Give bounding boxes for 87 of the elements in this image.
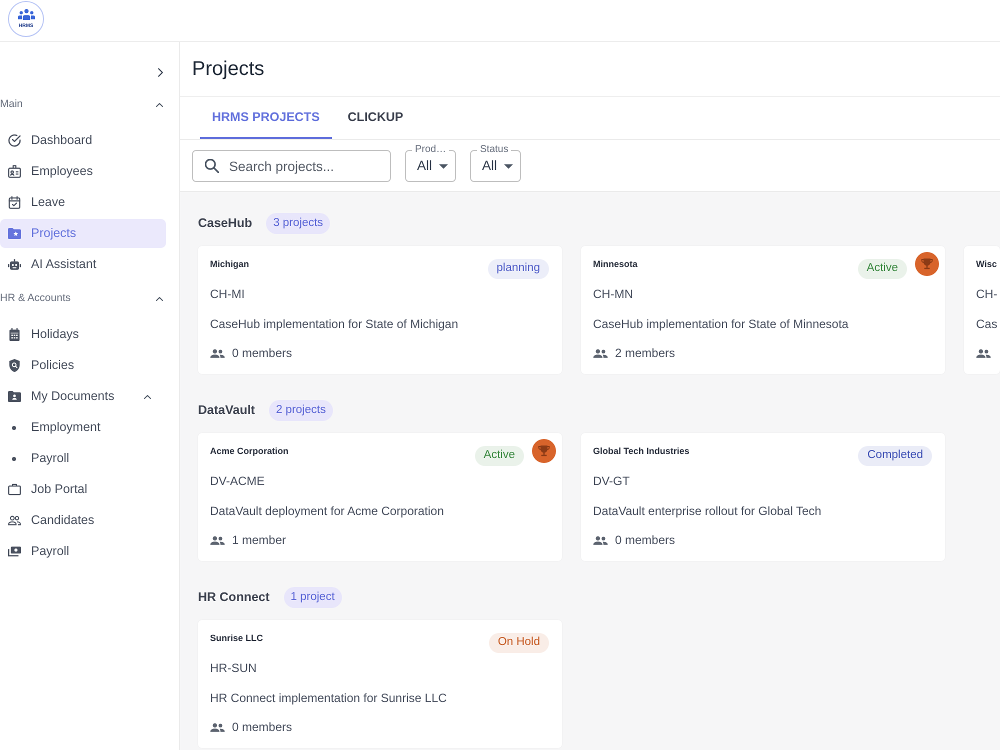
bullet-icon bbox=[12, 456, 16, 460]
project-code: CH-MI bbox=[210, 286, 245, 302]
page-title: Projects bbox=[192, 57, 264, 82]
sidebar-item[interactable]: Dashboard bbox=[0, 126, 166, 155]
project-card[interactable]: Michigan planning CH-MI CaseHub implementation for State of Michigan 0 members bbox=[198, 246, 562, 374]
sidebar-item[interactable]: Employment bbox=[0, 413, 166, 442]
member-count: 0 members bbox=[232, 719, 292, 736]
project-name: Sunrise LLC bbox=[210, 633, 264, 643]
member-count: 0 members bbox=[615, 532, 676, 549]
project-card[interactable]: Global Tech Industries Completed DV-GT DataVault enterprise rollout for Global Tech 0 members bbox=[581, 433, 945, 561]
calendar-icon bbox=[8, 328, 21, 341]
group-name: HR Connect bbox=[198, 589, 270, 606]
search-icon bbox=[205, 159, 219, 173]
tab[interactable]: HRMS PROJECTS bbox=[200, 97, 332, 139]
folder-star-icon bbox=[8, 227, 21, 240]
field-label: Prod… bbox=[412, 145, 450, 155]
people-icon bbox=[8, 514, 21, 527]
project-code: CH- bbox=[976, 286, 998, 302]
sidebar-item[interactable]: My Documents bbox=[0, 382, 166, 411]
people-icon bbox=[210, 722, 225, 732]
tab[interactable]: CLICKUP bbox=[336, 97, 416, 139]
people-icon bbox=[593, 348, 608, 358]
briefcase-icon bbox=[8, 483, 21, 496]
sidebar-item[interactable]: Employees bbox=[0, 157, 166, 186]
dropdown-caret-icon bbox=[439, 164, 448, 168]
project-code: HR-SUN bbox=[210, 660, 257, 676]
shield-icon bbox=[8, 359, 21, 372]
project-name: Global Tech Industries bbox=[593, 446, 690, 456]
project-code: DV-ACME bbox=[210, 473, 265, 489]
bullet-icon bbox=[12, 426, 16, 430]
status-badge: On Hold bbox=[488, 633, 549, 653]
project-name: Minnesota bbox=[593, 259, 638, 269]
search-field[interactable]: Search projects... bbox=[192, 150, 391, 182]
people-icon bbox=[18, 9, 34, 20]
people-icon bbox=[210, 348, 225, 358]
project-card[interactable]: Minnesota Active CH-MN CaseHub implementation for State of Minnesota 2 members bbox=[581, 246, 945, 374]
sidebar-item[interactable]: AI Assistant bbox=[0, 250, 166, 279]
sidebar-item[interactable]: Leave bbox=[0, 188, 166, 217]
project-name: Wisc bbox=[976, 259, 997, 269]
check-circle-icon bbox=[8, 134, 21, 147]
project-description: DataVault deployment for Acme Corporation bbox=[210, 503, 444, 519]
chevron-up-icon[interactable] bbox=[156, 297, 163, 301]
project-description: DataVault enterprise rollout for Global Tech bbox=[593, 503, 822, 519]
section-title: HR & Accounts bbox=[0, 291, 71, 306]
project-description: HR Connect implementation for Sunrise LLC bbox=[210, 690, 447, 706]
chevron-right-icon[interactable] bbox=[158, 68, 163, 76]
member-count: 0 members bbox=[232, 345, 292, 362]
project-description: Cas bbox=[976, 316, 998, 332]
project-description: CaseHub implementation for State of Michigan bbox=[210, 316, 458, 332]
sidebar-item[interactable]: Payroll bbox=[0, 537, 166, 566]
chevron-up-icon[interactable] bbox=[156, 103, 163, 107]
people-icon bbox=[593, 536, 608, 544]
status-badge: Active bbox=[474, 446, 524, 466]
group-name: DataVault bbox=[198, 402, 255, 420]
folder-person-icon bbox=[8, 390, 21, 403]
sidebar-item[interactable]: Candidates bbox=[0, 506, 166, 535]
section-title: Main bbox=[0, 97, 23, 112]
id-badge-icon bbox=[8, 165, 21, 178]
calendar-check-icon bbox=[8, 196, 21, 209]
count-badge: 1 project bbox=[284, 587, 342, 608]
group-name: CaseHub bbox=[198, 215, 252, 232]
project-card[interactable]: Wisc CH- Cas bbox=[964, 246, 1000, 374]
count-badge: 3 projects bbox=[266, 213, 330, 234]
member-count: 1 member bbox=[232, 532, 286, 549]
sidebar-item[interactable]: Payroll bbox=[0, 444, 166, 473]
dropdown-caret-icon bbox=[504, 164, 514, 168]
project-card[interactable]: Acme Corporation Active DV-ACME DataVault deployment for Acme Corporation 1 member bbox=[198, 433, 562, 561]
robot-icon bbox=[8, 258, 21, 271]
project-code: CH-MN bbox=[593, 286, 633, 302]
project-name: Acme Corporation bbox=[210, 446, 289, 456]
project-description: CaseHub implementation for State of Minnesota bbox=[593, 316, 848, 332]
chevron-up-icon[interactable] bbox=[144, 394, 151, 398]
status-badge: Active bbox=[858, 259, 907, 279]
member-count: 2 members bbox=[615, 345, 676, 362]
count-badge: 2 projects bbox=[268, 400, 333, 421]
people-icon bbox=[976, 348, 991, 358]
field-label: Status bbox=[477, 145, 512, 155]
sidebar-item[interactable]: Policies bbox=[0, 351, 166, 380]
project-code: DV-GT bbox=[593, 473, 630, 489]
status-badge: planning bbox=[488, 259, 549, 279]
project-card[interactable]: Sunrise LLC On Hold HR-SUN HR Connect implementation for Sunrise LLC 0 members bbox=[198, 620, 562, 748]
people-icon bbox=[210, 536, 225, 544]
sidebar-item[interactable]: Job Portal bbox=[0, 475, 166, 504]
cash-icon bbox=[8, 545, 21, 558]
status-badge: Completed bbox=[858, 446, 932, 466]
project-name: Michigan bbox=[210, 259, 250, 269]
sidebar-item[interactable]: Holidays bbox=[0, 320, 166, 349]
